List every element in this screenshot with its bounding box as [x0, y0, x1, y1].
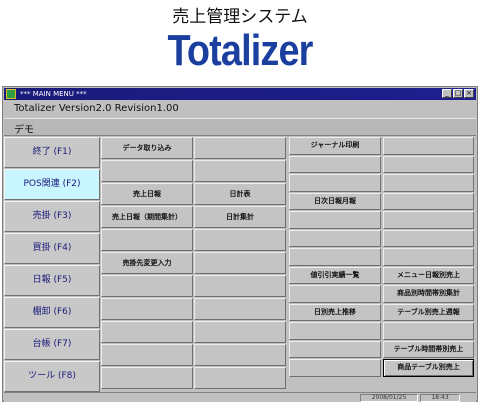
- function-button[interactable]: 売上日報（期間集計）: [101, 206, 193, 228]
- close-button[interactable]: ×: [464, 89, 474, 98]
- function-button[interactable]: 売上日報: [101, 183, 193, 205]
- function-button[interactable]: 商品テーブル別売上: [383, 359, 474, 377]
- empty-slot-button[interactable]: [383, 248, 474, 266]
- minimize-button[interactable]: _: [442, 89, 452, 98]
- function-button[interactable]: 日次日報月報: [289, 192, 381, 210]
- empty-slot-button[interactable]: [194, 252, 286, 274]
- empty-slot-button[interactable]: [289, 211, 381, 229]
- app-title: Totalizer: [167, 26, 313, 75]
- function-button[interactable]: メニュー日報別売上: [383, 266, 474, 284]
- company-label: デモ: [14, 125, 34, 136]
- empty-slot-button[interactable]: [289, 229, 381, 247]
- menu-button[interactable]: ツール (F8): [4, 361, 100, 392]
- empty-slot-button[interactable]: [101, 321, 193, 343]
- empty-slot-button[interactable]: [289, 285, 381, 303]
- empty-slot-button[interactable]: [194, 137, 286, 159]
- empty-slot-button[interactable]: [383, 229, 474, 247]
- empty-slot-button[interactable]: [383, 211, 474, 229]
- empty-slot-button[interactable]: [383, 155, 474, 173]
- empty-slot-button[interactable]: [383, 322, 474, 340]
- function-button[interactable]: テーブル別売上週報: [383, 303, 474, 321]
- window-title: *** MAIN MENU ***: [20, 90, 87, 98]
- empty-slot-button[interactable]: [101, 275, 193, 297]
- version-label: Totalizer Version2.0 Revision1.00: [14, 103, 179, 114]
- empty-slot-button[interactable]: [289, 359, 381, 377]
- function-button[interactable]: 売掛先変更入力: [101, 252, 193, 274]
- empty-slot-button[interactable]: [194, 344, 286, 366]
- menu-button[interactable]: 日報 (F5): [4, 265, 100, 296]
- menu-button[interactable]: 台帳 (F7): [4, 329, 100, 360]
- menu-button[interactable]: 棚卸 (F6): [4, 297, 100, 328]
- empty-slot-button[interactable]: [101, 344, 193, 366]
- empty-slot-button[interactable]: [194, 298, 286, 320]
- app-icon: [6, 89, 16, 99]
- main-menu-window: *** MAIN MENU *** _ □ × Totalizer Versio…: [2, 86, 478, 402]
- empty-slot-button[interactable]: [194, 321, 286, 343]
- empty-slot-button[interactable]: [101, 229, 193, 251]
- title-bar[interactable]: *** MAIN MENU *** _ □ ×: [4, 88, 476, 100]
- company-row: デモ: [4, 118, 476, 136]
- menu-button[interactable]: 買掛 (F4): [4, 233, 100, 264]
- function-button[interactable]: 商品別時間帯別集計: [383, 285, 474, 303]
- status-bar: 2008/01/25 18:43: [4, 392, 476, 402]
- empty-slot-button[interactable]: [101, 160, 193, 182]
- app-subtitle: 売上管理システム: [172, 7, 308, 27]
- empty-slot-button[interactable]: [194, 367, 286, 389]
- empty-slot-button[interactable]: [101, 367, 193, 389]
- empty-slot-button[interactable]: [194, 160, 286, 182]
- empty-slot-button[interactable]: [383, 137, 474, 155]
- empty-slot-button[interactable]: [289, 322, 381, 340]
- function-button[interactable]: 値引引実績一覧: [289, 266, 381, 284]
- empty-slot-button[interactable]: [289, 174, 381, 192]
- empty-slot-button[interactable]: [289, 340, 381, 358]
- function-button[interactable]: ジャーナル印刷: [289, 137, 381, 155]
- menu-button[interactable]: POS関連 (F2): [4, 169, 100, 200]
- menu-button[interactable]: 売掛 (F3): [4, 201, 100, 232]
- status-date: 2008/01/25: [360, 394, 418, 402]
- empty-slot-button[interactable]: [194, 275, 286, 297]
- empty-slot-button[interactable]: [289, 248, 381, 266]
- function-button[interactable]: 日計集計: [194, 206, 286, 228]
- function-button[interactable]: 日別売上推移: [289, 303, 381, 321]
- maximize-button[interactable]: □: [453, 89, 463, 98]
- status-time: 18:43: [420, 394, 460, 402]
- empty-slot-button[interactable]: [101, 298, 193, 320]
- version-row: Totalizer Version2.0 Revision1.00: [4, 101, 476, 118]
- empty-slot-button[interactable]: [383, 192, 474, 210]
- function-button[interactable]: テーブル時間帯別売上: [383, 340, 474, 358]
- empty-slot-button[interactable]: [194, 229, 286, 251]
- menu-button[interactable]: 終了 (F1): [4, 137, 100, 168]
- function-button[interactable]: 日計表: [194, 183, 286, 205]
- left-menu: 終了 (F1) POS関連 (F2) 売掛 (F3) 買掛 (F4) 日報 (F5) 棚卸…: [4, 137, 100, 393]
- empty-slot-button[interactable]: [383, 174, 474, 192]
- function-button[interactable]: データ取り込み: [101, 137, 193, 159]
- empty-slot-button[interactable]: [289, 155, 381, 173]
